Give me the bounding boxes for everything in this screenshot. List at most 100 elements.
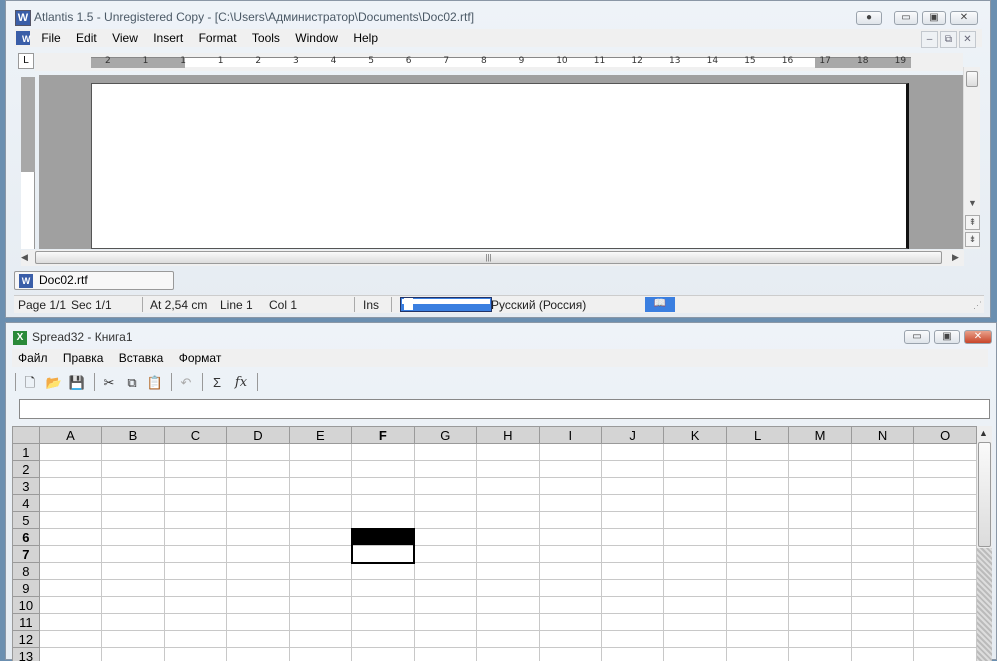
- cell-n4[interactable]: [851, 495, 914, 512]
- cell-j7[interactable]: [601, 546, 663, 563]
- cell-d7[interactable]: [227, 546, 290, 563]
- cell-k3[interactable]: [664, 478, 726, 495]
- menu-window[interactable]: Window: [289, 29, 344, 47]
- column-header-i[interactable]: I: [539, 427, 601, 444]
- cell-l5[interactable]: [726, 512, 788, 529]
- cell-d11[interactable]: [227, 614, 290, 631]
- sum-icon[interactable]: Σ: [208, 374, 226, 391]
- cell-f8[interactable]: [352, 563, 414, 580]
- cell-c12[interactable]: [164, 631, 227, 648]
- cell-j1[interactable]: [601, 444, 663, 461]
- cell-l1[interactable]: [726, 444, 788, 461]
- menu-file-ru[interactable]: Файл: [12, 349, 54, 367]
- cell-g5[interactable]: [414, 512, 477, 529]
- cell-e4[interactable]: [289, 495, 351, 512]
- cell-k2[interactable]: [664, 461, 726, 478]
- spellcheck-book-icon[interactable]: 📖: [645, 297, 675, 312]
- cell-o8[interactable]: [914, 563, 977, 580]
- cell-i5[interactable]: [539, 512, 601, 529]
- cell-o4[interactable]: [914, 495, 977, 512]
- cell-m5[interactable]: [789, 512, 852, 529]
- cell-m3[interactable]: [789, 478, 852, 495]
- cell-o7[interactable]: [914, 546, 977, 563]
- cell-a7[interactable]: [39, 546, 101, 563]
- column-header-g[interactable]: G: [414, 427, 477, 444]
- cell-e8[interactable]: [289, 563, 351, 580]
- cell-h5[interactable]: [477, 512, 540, 529]
- cell-j8[interactable]: [601, 563, 663, 580]
- cell-g11[interactable]: [414, 614, 477, 631]
- cell-g9[interactable]: [414, 580, 477, 597]
- cell-k13[interactable]: [664, 648, 726, 661]
- cell-d10[interactable]: [227, 597, 290, 614]
- cell-d9[interactable]: [227, 580, 290, 597]
- cell-h6[interactable]: [477, 529, 540, 546]
- cell-d2[interactable]: [227, 461, 290, 478]
- undo-icon[interactable]: ↶: [177, 374, 195, 391]
- cell-a10[interactable]: [39, 597, 101, 614]
- cell-i2[interactable]: [539, 461, 601, 478]
- cell-i11[interactable]: [539, 614, 601, 631]
- row-header-5[interactable]: 5: [13, 512, 40, 529]
- cell-b3[interactable]: [102, 478, 164, 495]
- cut-icon[interactable]: ✂: [100, 374, 118, 391]
- cell-b7[interactable]: [102, 546, 164, 563]
- select-all-corner[interactable]: [13, 427, 40, 444]
- menu-insert-ru[interactable]: Вставка: [113, 349, 170, 367]
- cell-f2[interactable]: [352, 461, 414, 478]
- cell-b11[interactable]: [102, 614, 164, 631]
- menu-help[interactable]: Help: [347, 29, 384, 47]
- cell-g3[interactable]: [414, 478, 477, 495]
- cell-i8[interactable]: [539, 563, 601, 580]
- atlantis-app-icon[interactable]: W: [15, 10, 31, 26]
- menu-tools[interactable]: Tools: [246, 29, 286, 47]
- vertical-ruler[interactable]: [21, 77, 35, 249]
- cell-c10[interactable]: [164, 597, 227, 614]
- cell-b1[interactable]: [102, 444, 164, 461]
- cell-m2[interactable]: [789, 461, 852, 478]
- cell-e7[interactable]: [289, 546, 351, 563]
- cell-e1[interactable]: [289, 444, 351, 461]
- row-header-9[interactable]: 9: [13, 580, 40, 597]
- cell-k6[interactable]: [664, 529, 726, 546]
- cell-b10[interactable]: [102, 597, 164, 614]
- menu-insert[interactable]: Insert: [147, 29, 189, 47]
- cell-f12[interactable]: [352, 631, 414, 648]
- spread-titlebar[interactable]: X Spread32 - Книга1 ▭ ▣ ✕: [6, 323, 996, 351]
- sheet-vertical-scrollbar[interactable]: ▲: [977, 426, 992, 661]
- cell-d13[interactable]: [227, 648, 290, 661]
- cell-l8[interactable]: [726, 563, 788, 580]
- menu-edit-ru[interactable]: Правка: [57, 349, 110, 367]
- cell-n10[interactable]: [851, 597, 914, 614]
- cell-h10[interactable]: [477, 597, 540, 614]
- spread-app-icon[interactable]: X: [13, 331, 27, 345]
- cell-i3[interactable]: [539, 478, 601, 495]
- cell-g2[interactable]: [414, 461, 477, 478]
- document-page[interactable]: [91, 83, 909, 249]
- cell-o2[interactable]: [914, 461, 977, 478]
- cell-j10[interactable]: [601, 597, 663, 614]
- cell-m7[interactable]: [789, 546, 852, 563]
- column-header-c[interactable]: C: [164, 427, 227, 444]
- cell-e13[interactable]: [289, 648, 351, 661]
- cell-j6[interactable]: [601, 529, 663, 546]
- cell-k7[interactable]: [664, 546, 726, 563]
- menu-edit[interactable]: Edit: [70, 29, 103, 47]
- cell-n1[interactable]: [851, 444, 914, 461]
- cell-o5[interactable]: [914, 512, 977, 529]
- cell-b12[interactable]: [102, 631, 164, 648]
- cell-d8[interactable]: [227, 563, 290, 580]
- cell-h9[interactable]: [477, 580, 540, 597]
- document-tab[interactable]: W Doc02.rtf: [14, 271, 174, 290]
- cell-k9[interactable]: [664, 580, 726, 597]
- cell-i7[interactable]: [539, 546, 601, 563]
- row-header-13[interactable]: 13: [13, 648, 40, 661]
- cell-g10[interactable]: [414, 597, 477, 614]
- cell-n12[interactable]: [851, 631, 914, 648]
- cell-d4[interactable]: [227, 495, 290, 512]
- cell-g12[interactable]: [414, 631, 477, 648]
- cell-g13[interactable]: [414, 648, 477, 661]
- column-header-f[interactable]: F: [352, 427, 414, 444]
- cell-i9[interactable]: [539, 580, 601, 597]
- cell-i10[interactable]: [539, 597, 601, 614]
